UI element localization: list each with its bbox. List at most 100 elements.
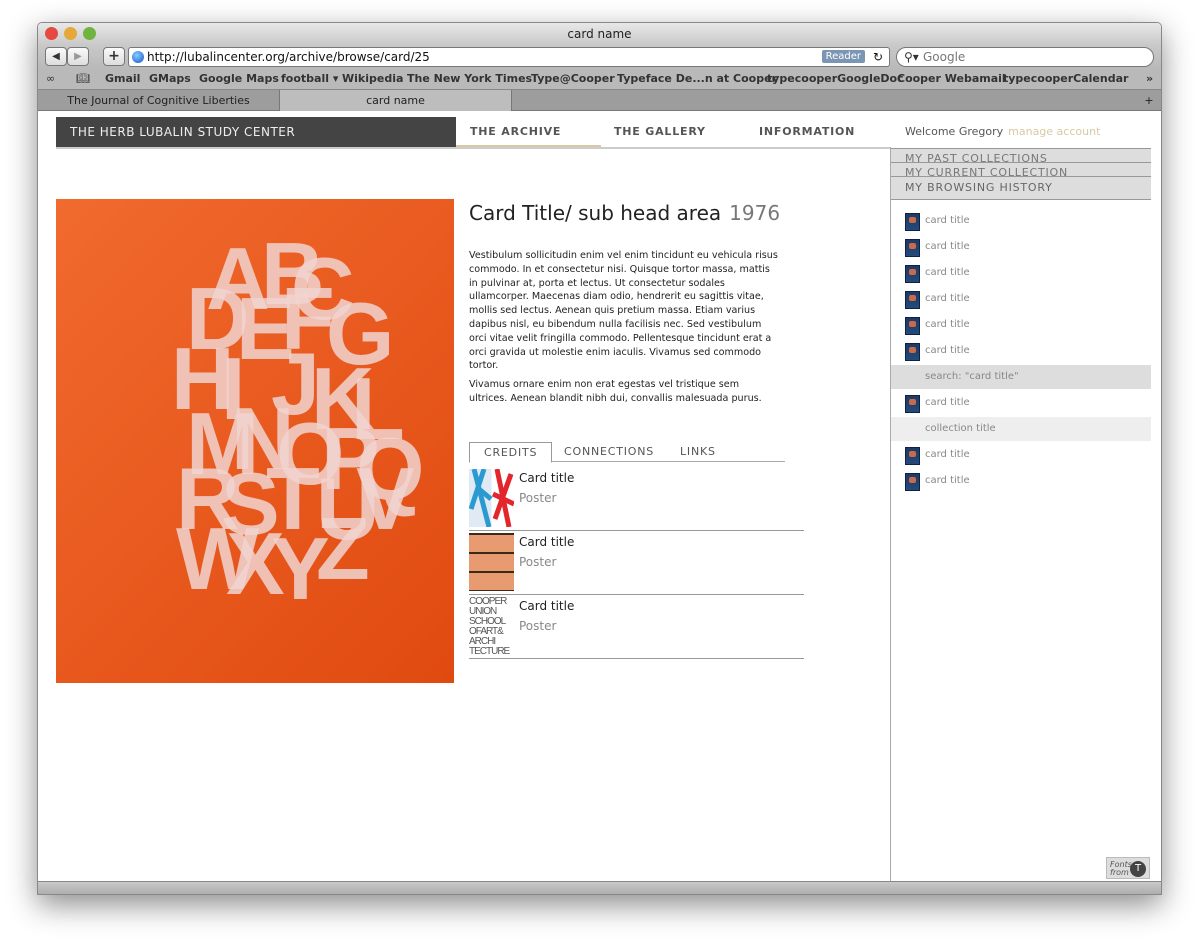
history-item-card[interactable]: card title [891,287,1151,311]
bookmark[interactable]: GMaps [149,69,191,89]
title-bar: card name [38,23,1161,45]
card-year: 1976 [729,201,781,225]
credit-type: Poster [519,619,557,633]
history-item-card[interactable]: card title [891,469,1151,493]
sidebar-tab-browsing-history[interactable]: MY BROWSING HISTORY [891,176,1151,200]
card-thumbnail-icon [905,213,920,231]
card-thumbnail-icon [905,473,920,491]
card-thumbnail-icon [905,395,920,413]
tab-credits[interactable]: CREDITS [469,442,553,463]
history-item-search[interactable]: search: "card title" [891,365,1151,389]
history-item-card[interactable]: card title [891,391,1151,415]
credit-thumbnail: COOPER UNION SCHOOL OFART& ARCHI TECTURE [469,597,510,655]
bookmark[interactable]: Wikipedia [342,69,403,89]
forward-button[interactable]: ▶ [67,47,89,66]
credit-type: Poster [519,555,557,569]
card-thumbnail-icon [905,291,920,309]
card-thumbnail-icon [905,265,920,283]
history-item-card[interactable]: card title [891,313,1151,337]
manage-account-link[interactable]: manage account [1008,125,1100,138]
tab-links[interactable]: LINKS [680,442,716,463]
new-tab-button[interactable]: + [1143,90,1155,111]
fonts-from-text: Fonts from [1110,860,1132,877]
close-button[interactable] [45,27,58,40]
status-bar [38,881,1161,894]
bookmark[interactable]: Typeface De...n at Cooper [617,69,777,89]
history-item-label: card title [925,397,970,408]
credit-title: Card title [519,535,575,549]
url-text: http://lubalincenter.org/archive/browse/… [147,50,430,64]
bookmarks-icon[interactable]: 📖︎ [76,69,90,89]
toolbar: ◀ ▶ + http://lubalincenter.org/archive/b… [38,45,1161,69]
history-item-card[interactable]: card title [891,235,1151,259]
history-item-label: card title [925,267,970,278]
tab-connections[interactable]: CONNECTIONS [564,442,654,463]
search-input[interactable]: ⚲▾ Google [896,47,1154,67]
nav-information[interactable]: INFORMATION [759,117,855,148]
bookmark[interactable]: Gmail [105,69,140,89]
credit-item[interactable]: Card title Poster [469,531,804,595]
search-icon: ⚲▾ [904,50,919,64]
bookmark[interactable]: Google Maps [199,69,279,89]
tab-bar: The Journal of Cognitive Liberties card … [38,89,1161,111]
back-button[interactable]: ◀ [45,47,67,66]
page-content: THE HERB LUBALIN STUDY CENTER THE ARCHIV… [38,111,1161,881]
credit-thumbnail [469,533,514,591]
history-item-label: collection title [925,423,996,434]
browser-window: card name ◀ ▶ + http://lubalincenter.org… [37,22,1162,895]
nav-gallery[interactable]: THE GALLERY [614,117,706,148]
card-image[interactable]: ABCDEFGHIJKLMNOPQRSTUVWXYZ [56,199,454,683]
bookmark[interactable]: typecooperCalendar [1003,69,1128,89]
card-title-text: Card Title/ sub head area [469,201,722,225]
bookmark[interactable]: football ▾ [281,69,338,89]
divider [56,147,891,149]
bookmark[interactable]: typecooperGoogleDoc [767,69,904,89]
history-item-card[interactable]: card title [891,339,1151,363]
history-item-label: search: "card title" [925,371,1019,382]
card-thumbnail-icon [905,317,920,335]
bookmark[interactable]: The New York Times [407,69,532,89]
reload-icon[interactable]: ↻ [873,48,883,66]
bookmark[interactable]: Type@Cooper [531,69,615,89]
minimize-button[interactable] [64,27,77,40]
welcome: Welcome Gregory manage account [905,117,1100,146]
tab-journal[interactable]: The Journal of Cognitive Liberties [38,90,280,111]
typotheque-logo-icon: T [1130,861,1146,877]
history-item-card[interactable]: card title [891,443,1151,467]
history-item-label: card title [925,319,970,330]
tab-card-name[interactable]: card name [280,90,512,111]
bookmarks-bar: ∞ 📖︎ Gmail GMaps Google Maps football ▾ … [38,69,1161,89]
more-bookmarks-icon[interactable]: » [1146,69,1153,89]
history-item-label: card title [925,241,970,252]
reader-button[interactable]: Reader [821,50,865,63]
site-brand[interactable]: THE HERB LUBALIN STUDY CENTER [56,117,456,148]
history-item-collection[interactable]: collection title [891,417,1151,441]
history-item-label: card title [925,449,970,460]
card-thumbnail-icon [905,239,920,257]
history-item-card[interactable]: card title [891,209,1151,233]
alphabet-poster-art: ABCDEFGHI JKLMNOPQRSTUVWXYZ [171,224,424,618]
history-item-label: card title [925,475,970,486]
globe-icon [132,51,144,63]
nav-archive[interactable]: THE ARCHIVE [456,117,601,148]
welcome-text: Welcome Gregory [905,125,1004,138]
credit-item[interactable]: Card title Poster [469,467,804,531]
zoom-button[interactable] [83,27,96,40]
history-item-card[interactable]: card title [891,261,1151,285]
credit-title: Card title [519,599,575,613]
history-item-label: card title [925,293,970,304]
add-bookmark-button[interactable]: + [103,47,125,66]
address-bar[interactable]: http://lubalincenter.org/archive/browse/… [128,47,890,67]
credit-type: Poster [519,491,557,505]
reading-list-icon[interactable]: ∞ [46,69,55,89]
card-tabs: CREDITS CONNECTIONS LINKS [469,442,785,463]
bookmark[interactable]: Cooper Webamail [897,69,1006,89]
history-item-label: card title [925,215,970,226]
fonts-from-badge[interactable]: Fonts from T [1106,857,1150,879]
description-paragraph: Vestibulum sollicitudin enim vel enim ti… [469,250,778,372]
sidebar-tab-past-collections[interactable]: MY PAST COLLECTIONS [891,148,1151,162]
sidebar-tab-current-collection[interactable]: MY CURRENT COLLECTION [891,162,1151,176]
credit-thumbnail [469,469,514,527]
poster-letter: Z [316,499,370,598]
credit-item[interactable]: COOPER UNION SCHOOL OFART& ARCHI TECTURE Card… [469,595,804,659]
